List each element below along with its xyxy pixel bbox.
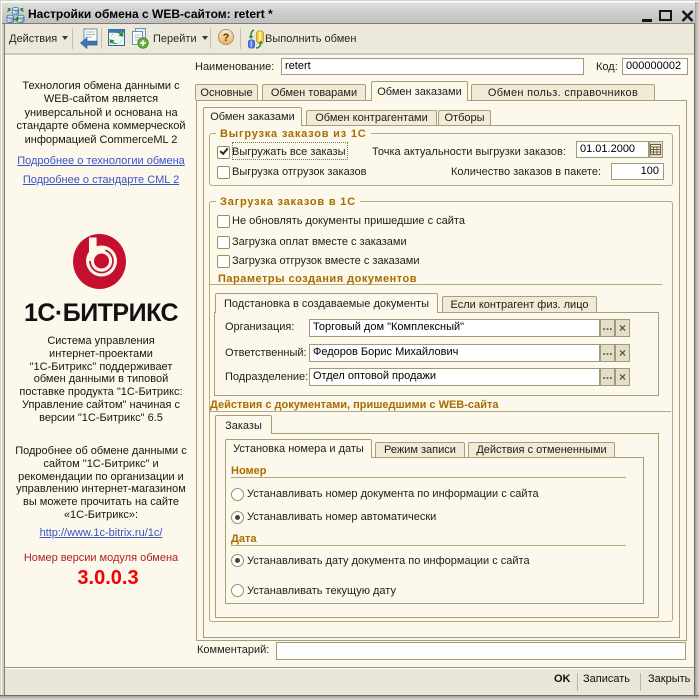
svg-text:?: ? [223,32,230,44]
